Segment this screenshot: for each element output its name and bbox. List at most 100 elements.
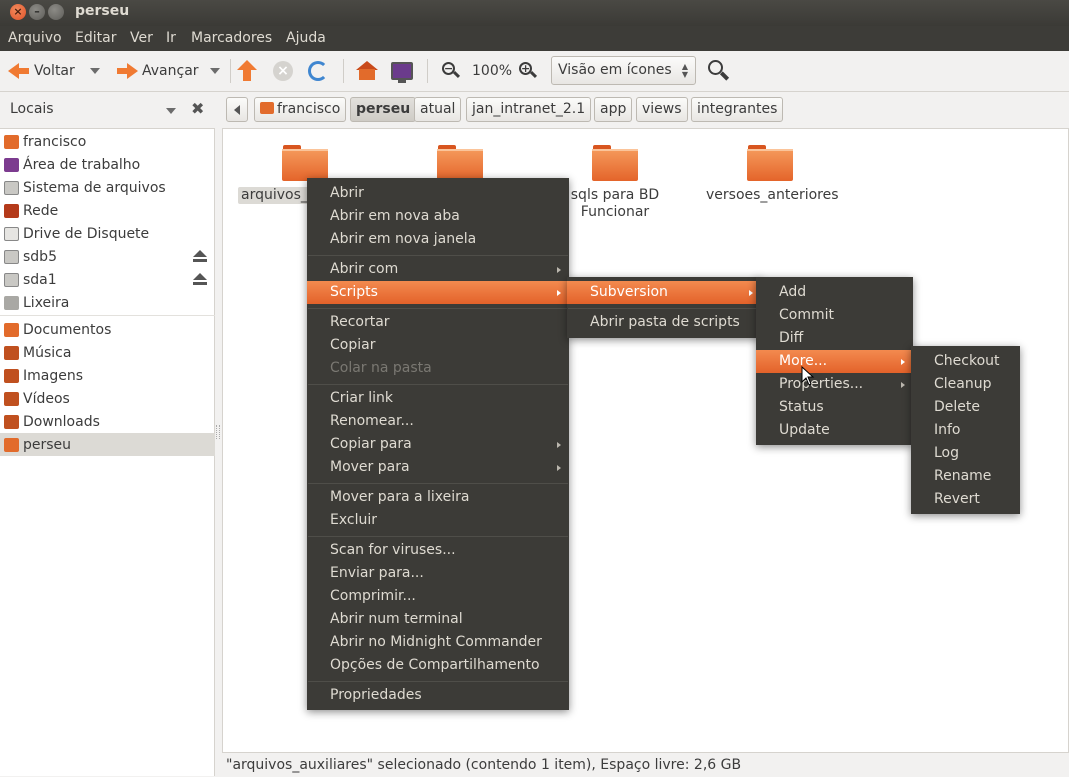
menu-item-svn-status[interactable]: Status — [756, 396, 913, 419]
sidebar-title[interactable]: Locais — [10, 101, 54, 117]
menu-item-svn-add[interactable]: Add — [756, 281, 913, 304]
menu-item-svn-diff[interactable]: Diff — [756, 327, 913, 350]
minimize-window-button[interactable]: – — [29, 4, 45, 20]
menu-item-subversion[interactable]: Subversion — [567, 281, 761, 304]
file-label-sqls[interactable]: sqls para BD Funcionar — [567, 187, 663, 221]
menu-item-propriedades[interactable]: Propriedades — [307, 684, 569, 707]
eject-icon[interactable] — [193, 250, 207, 263]
up-button[interactable] — [237, 51, 257, 91]
breadcrumb-views[interactable]: views — [636, 97, 688, 122]
maximize-window-button[interactable] — [48, 4, 64, 20]
menu-item-svn-commit[interactable]: Commit — [756, 304, 913, 327]
folder-icon[interactable] — [282, 145, 328, 181]
menu-arquivo[interactable]: Arquivo — [8, 30, 62, 46]
back-button[interactable]: Voltar — [8, 51, 75, 91]
menu-item-abrir[interactable]: Abrir — [307, 182, 569, 205]
menu-item-svn-properties[interactable]: Properties... — [756, 373, 913, 396]
view-mode-select[interactable]: Visão em ícones ▲ ▼ — [551, 56, 696, 85]
stop-button[interactable]: × — [273, 51, 293, 91]
menu-item-svn-more[interactable]: More... — [756, 350, 913, 373]
window-title: perseu — [75, 3, 130, 19]
breadcrumb-atual[interactable]: atual — [414, 97, 462, 122]
menu-item-abrir-pasta-scripts[interactable]: Abrir pasta de scripts — [567, 311, 761, 334]
breadcrumb-app[interactable]: app — [594, 97, 633, 122]
menu-item-scan-viruses[interactable]: Scan for viruses... — [307, 539, 569, 562]
menu-item-svn-log[interactable]: Log — [911, 442, 1020, 465]
sidebar-item-videos[interactable]: Vídeos — [0, 387, 215, 410]
zoom-in-button[interactable]: + — [519, 51, 538, 91]
menu-item-abrir-terminal[interactable]: Abrir num terminal — [307, 608, 569, 631]
folder-icon[interactable] — [592, 145, 638, 181]
close-window-button[interactable]: × — [10, 4, 26, 20]
menu-item-recortar[interactable]: Recortar — [307, 311, 569, 334]
sidebar-item-sda1[interactable]: sda1 — [0, 268, 215, 291]
home-button[interactable] — [356, 51, 378, 91]
downloads-folder-icon — [4, 414, 19, 429]
sidebar-item-perseu[interactable]: perseu — [0, 433, 215, 456]
menu-item-svn-revert[interactable]: Revert — [911, 488, 1020, 511]
menu-item-svn-checkout[interactable]: Checkout — [911, 350, 1020, 373]
reload-button[interactable] — [308, 51, 328, 91]
folder-icon[interactable] — [747, 145, 793, 181]
scripts-submenu: Subversion Abrir pasta de scripts — [567, 277, 761, 338]
file-label-versoes-anteriores[interactable]: versoes_anteriores — [706, 187, 839, 204]
sidebar-item-documents[interactable]: Documentos — [0, 318, 215, 341]
sidebar-item-sdb5[interactable]: sdb5 — [0, 245, 215, 268]
menu-ajuda[interactable]: Ajuda — [286, 30, 326, 46]
back-history-dropdown[interactable] — [90, 51, 100, 91]
menu-ver[interactable]: Ver — [130, 30, 153, 46]
menu-item-scripts[interactable]: Scripts — [307, 281, 569, 304]
menu-item-criar-link[interactable]: Criar link — [307, 387, 569, 410]
breadcrumb-francisco[interactable]: francisco — [254, 97, 347, 122]
menu-item-enviar-para[interactable]: Enviar para... — [307, 562, 569, 585]
trash-icon — [4, 295, 19, 310]
computer-button[interactable] — [391, 51, 413, 91]
breadcrumb-scroll-left[interactable] — [226, 97, 248, 122]
forward-button[interactable]: Avançar — [116, 51, 199, 91]
sidebar-item-trash[interactable]: Lixeira — [0, 291, 215, 314]
menu-item-renomear[interactable]: Renomear... — [307, 410, 569, 433]
zoom-out-button[interactable]: − — [442, 51, 461, 91]
breadcrumb-integrantes[interactable]: integrantes — [691, 97, 784, 122]
menu-editar[interactable]: Editar — [75, 30, 116, 46]
sidebar-close-icon[interactable]: ✖ — [191, 99, 204, 118]
menu-marcadores[interactable]: Marcadores — [191, 30, 272, 46]
menu-item-svn-info[interactable]: Info — [911, 419, 1020, 442]
menu-item-compartilhamento[interactable]: Opções de Compartilhamento — [307, 654, 569, 677]
menu-item-comprimir[interactable]: Comprimir... — [307, 585, 569, 608]
eject-icon[interactable] — [193, 273, 207, 286]
menu-item-excluir[interactable]: Excluir — [307, 509, 569, 532]
forward-history-dropdown[interactable] — [210, 51, 220, 91]
menu-item-abrir-com[interactable]: Abrir com — [307, 258, 569, 281]
sidebar-item-francisco[interactable]: francisco — [0, 130, 215, 153]
menu-item-copiar-para[interactable]: Copiar para — [307, 433, 569, 456]
toolbar-separator — [343, 59, 344, 83]
menu-item-svn-update[interactable]: Update — [756, 419, 913, 442]
menu-ir[interactable]: Ir — [166, 30, 176, 46]
sidebar-item-floppy[interactable]: Drive de Disquete — [0, 222, 215, 245]
sidebar-item-downloads[interactable]: Downloads — [0, 410, 215, 433]
sidebar-item-pictures[interactable]: Imagens — [0, 364, 215, 387]
menu-item-copiar[interactable]: Copiar — [307, 334, 569, 357]
menu-item-mover-para[interactable]: Mover para — [307, 456, 569, 479]
sidebar-item-desktop[interactable]: Área de trabalho — [0, 153, 215, 176]
menu-item-abrir-nova-janela[interactable]: Abrir em nova janela — [307, 228, 569, 251]
search-button[interactable] — [708, 60, 730, 82]
breadcrumb-jan-intranet[interactable]: jan_intranet_2.1 — [466, 97, 592, 122]
forward-label: Avançar — [142, 63, 199, 79]
folder-icon[interactable] — [437, 145, 483, 181]
sidebar-item-music[interactable]: Música — [0, 341, 215, 364]
breadcrumb-perseu[interactable]: perseu — [350, 97, 417, 122]
menu-item-svn-delete[interactable]: Delete — [911, 396, 1020, 419]
sidebar-item-network[interactable]: Rede — [0, 199, 215, 222]
sidebar-resize-handle[interactable] — [216, 425, 220, 439]
menu-item-svn-cleanup[interactable]: Cleanup — [911, 373, 1020, 396]
sidebar-dropdown-icon[interactable] — [166, 108, 176, 114]
menu-item-midnight-commander[interactable]: Abrir no Midnight Commander — [307, 631, 569, 654]
sidebar-item-filesystem[interactable]: Sistema de arquivos — [0, 176, 215, 199]
menu-item-abrir-nova-aba[interactable]: Abrir em nova aba — [307, 205, 569, 228]
sidebar: francisco Área de trabalho Sistema de ar… — [0, 128, 215, 776]
menu-item-mover-lixeira[interactable]: Mover para a lixeira — [307, 486, 569, 509]
menu-item-svn-rename[interactable]: Rename — [911, 465, 1020, 488]
zoom-level[interactable]: 100% — [472, 51, 512, 91]
